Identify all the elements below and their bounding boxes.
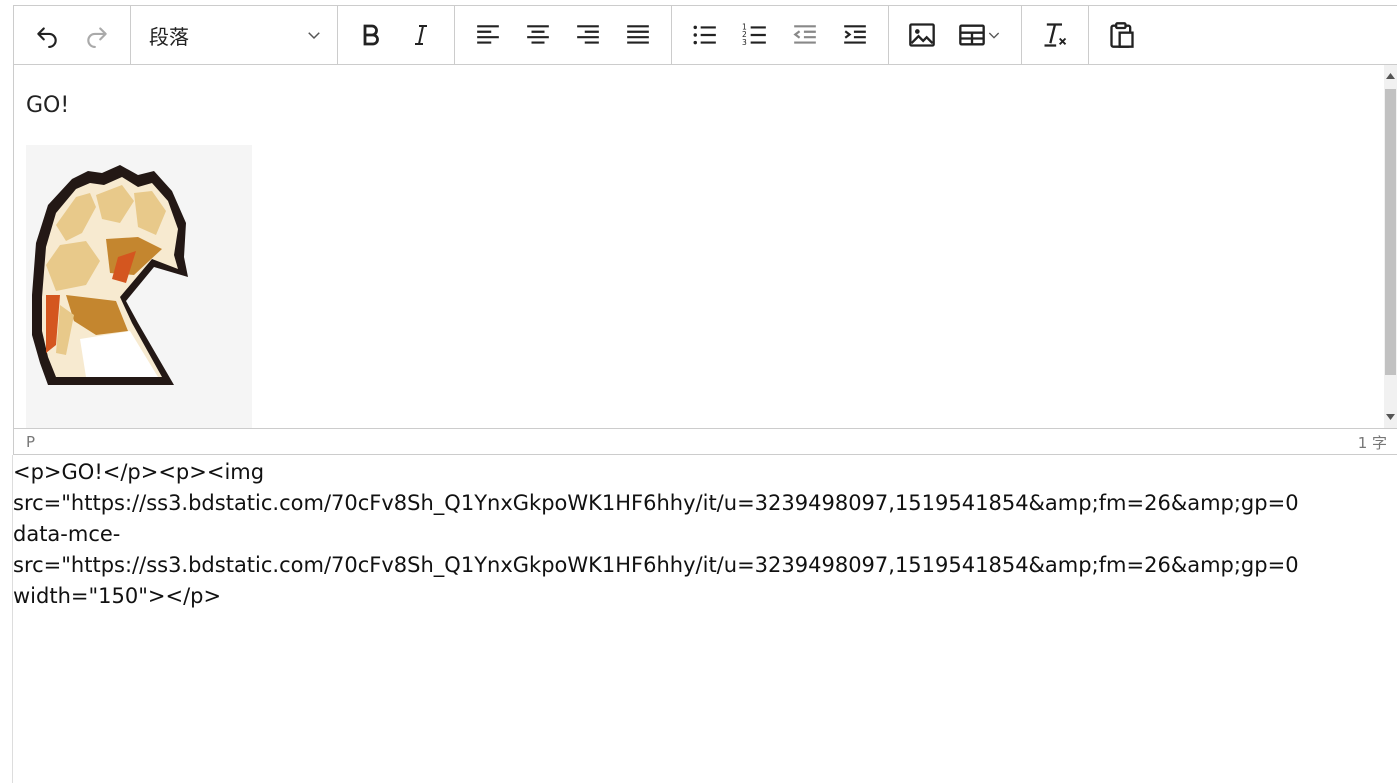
caret-up-icon — [1386, 73, 1395, 79]
source-line: src="https://ss3.bdstatic.com/70cFv8Sh_Q… — [13, 553, 1299, 577]
bold-icon — [363, 24, 379, 46]
italic-icon — [415, 25, 427, 45]
editor-toolbar: 段落 1 2 3 — [14, 6, 1397, 65]
editor-content-area[interactable]: GO! — [14, 65, 1384, 428]
bold-button[interactable] — [350, 15, 392, 55]
align-right-icon — [577, 25, 599, 44]
block-format-label: 段落 — [149, 24, 189, 49]
scroll-down-arrow[interactable] — [1384, 406, 1397, 428]
undo-icon — [37, 27, 57, 48]
outdent-button[interactable] — [784, 15, 826, 55]
bullet-list-button[interactable] — [684, 15, 726, 55]
clear-group — [1022, 6, 1089, 64]
redo-button[interactable] — [76, 15, 118, 55]
align-right-button[interactable] — [567, 15, 609, 55]
editor-scrollbar[interactable] — [1384, 65, 1397, 428]
svg-text:3: 3 — [742, 38, 747, 47]
italic-button[interactable] — [400, 15, 442, 55]
bullet-list-icon — [693, 25, 716, 45]
caret-down-icon — [1386, 414, 1395, 420]
list-group: 123 — [672, 6, 889, 64]
align-center-icon — [527, 25, 549, 44]
source-line: data-mce- — [13, 522, 121, 546]
scroll-up-arrow[interactable] — [1384, 65, 1397, 87]
clear-formatting-button[interactable] — [1034, 15, 1076, 55]
clear-formatting-icon — [1044, 23, 1067, 47]
chevron-down-icon — [988, 32, 1000, 39]
history-group — [14, 6, 131, 64]
align-left-icon — [477, 25, 499, 44]
scroll-thumb[interactable] — [1385, 89, 1396, 375]
clipboard-icon — [1110, 22, 1134, 48]
chevron-down-icon — [308, 32, 320, 40]
content-paragraph: GO! — [26, 93, 70, 118]
block-format-select[interactable]: 段落 — [139, 15, 329, 55]
html-source-output: <p>GO!</p><p><img src="https://ss3.bdsta… — [13, 457, 1397, 612]
insert-image-button[interactable] — [901, 15, 943, 55]
insert-group — [889, 6, 1022, 64]
align-group — [455, 6, 672, 64]
rich-text-editor: 段落 1 2 3 GO! P 1 字 — [13, 5, 1397, 455]
paste-group — [1089, 6, 1155, 64]
image-icon — [909, 23, 935, 47]
align-justify-icon — [627, 25, 649, 44]
align-justify-button[interactable] — [617, 15, 659, 55]
source-line: src="https://ss3.bdstatic.com/70cFv8Sh_Q… — [13, 491, 1299, 515]
align-left-button[interactable] — [467, 15, 509, 55]
outdent-icon — [793, 25, 816, 44]
paste-button[interactable] — [1101, 15, 1143, 55]
fist-image — [32, 165, 188, 385]
format-group: 段落 — [131, 6, 338, 64]
indent-icon — [844, 25, 866, 44]
table-icon — [959, 24, 985, 46]
source-line: <p>GO!</p><p><img — [13, 460, 265, 484]
undo-button[interactable] — [26, 15, 68, 55]
indent-button[interactable] — [834, 15, 876, 55]
redo-icon — [87, 27, 107, 48]
numbered-list-icon: 123 — [742, 23, 766, 47]
editor-statusbar: P 1 字 — [14, 428, 1397, 455]
word-count[interactable]: 1 字 — [1358, 432, 1387, 453]
style-group — [338, 6, 455, 64]
insert-table-button[interactable] — [951, 15, 1009, 55]
element-path[interactable]: P — [26, 433, 35, 451]
content-image[interactable] — [26, 145, 252, 428]
numbered-list-button[interactable]: 123 — [734, 15, 776, 55]
align-center-button[interactable] — [517, 15, 559, 55]
source-line: width="150"></p> — [13, 584, 222, 608]
